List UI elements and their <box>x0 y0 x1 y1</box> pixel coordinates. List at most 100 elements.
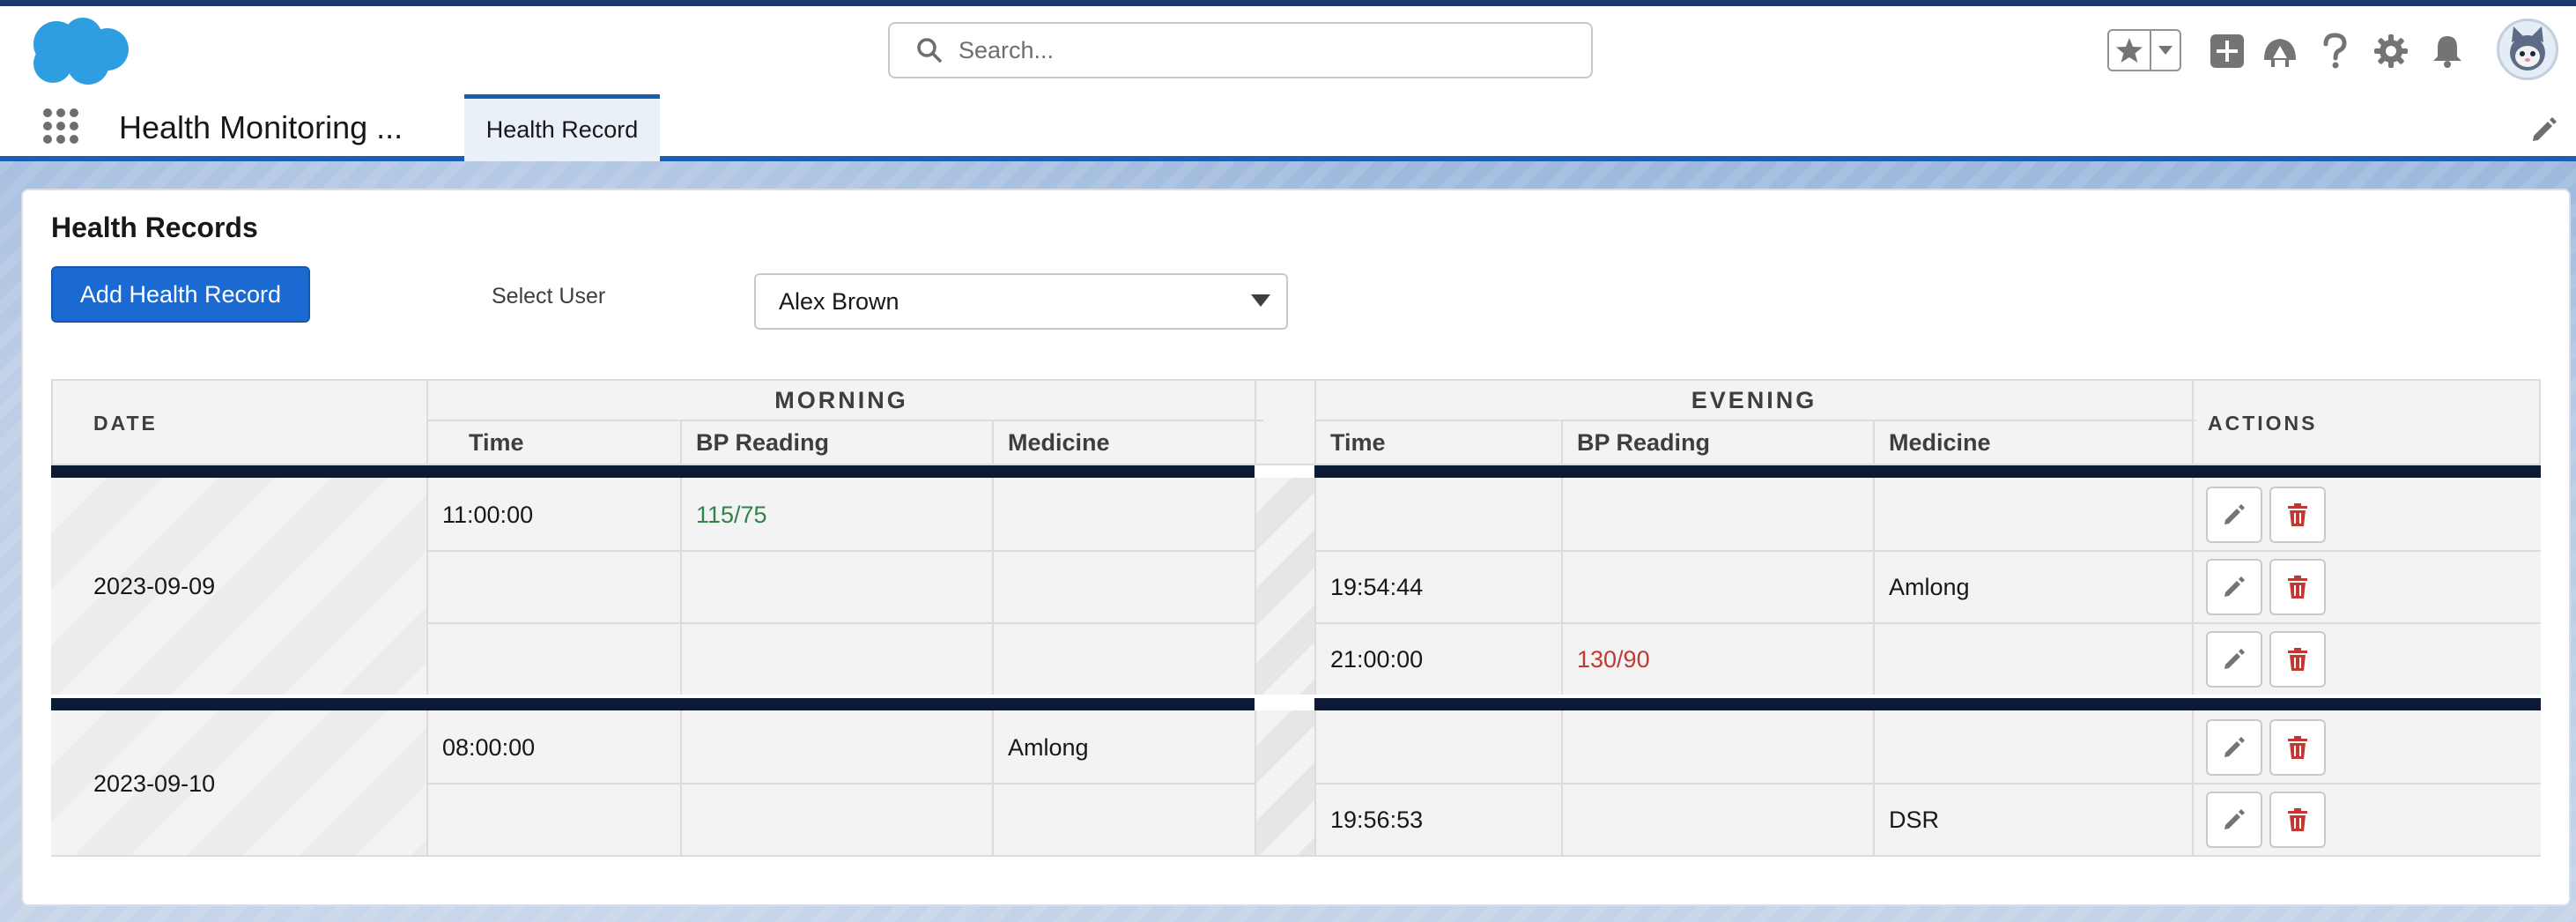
delete-button[interactable] <box>2269 792 2326 848</box>
tab-health-record[interactable]: Health Record <box>464 94 660 161</box>
col-divider <box>1314 710 1316 857</box>
evening-header: EVENING <box>1691 386 1817 413</box>
selected-user-value: Alex Brown <box>779 287 899 315</box>
evening-time: 21:00:00 <box>1330 645 1424 673</box>
morning-medicine: Amlong <box>1008 733 1089 761</box>
row-divider <box>426 550 1255 552</box>
edit-button[interactable] <box>2206 631 2262 688</box>
actions-header: ACTIONS <box>2208 411 2318 435</box>
col-divider <box>680 710 682 857</box>
row-divider <box>426 622 1255 624</box>
header-divider-evening <box>1314 420 2195 421</box>
trash-icon <box>2288 736 2307 759</box>
search-placeholder: Search... <box>959 36 1055 63</box>
row-divider <box>426 783 1255 784</box>
morning-body <box>426 478 1255 695</box>
col-divider <box>680 478 682 695</box>
top-accent-bar <box>0 0 2576 6</box>
delete-button[interactable] <box>2269 559 2326 615</box>
col-divider <box>1255 478 1256 695</box>
help-button[interactable] <box>2315 32 2354 71</box>
morning-header: MORNING <box>774 386 908 413</box>
app-name: Health Monitoring ... <box>119 109 403 145</box>
morning-bp-header: BP Reading <box>696 428 830 456</box>
favorites-button[interactable] <box>2109 31 2150 70</box>
group-separator <box>1314 465 2541 478</box>
header-col-divider <box>992 421 994 465</box>
evening-time-header: Time <box>1330 428 1386 456</box>
morning-medicine-header: Medicine <box>1008 428 1110 456</box>
col-divider <box>1255 710 1256 857</box>
salesforce-cloud-logo[interactable] <box>26 14 130 88</box>
edit-icon <box>2224 504 2245 524</box>
header-divider-morning <box>426 420 1263 421</box>
morning-time: 11:00:00 <box>442 501 534 528</box>
add-health-record-button[interactable]: Add Health Record <box>51 266 310 323</box>
header-col-divider <box>1561 421 1563 465</box>
header-col-divider <box>1873 421 1875 465</box>
gear-icon <box>2374 34 2408 68</box>
edit-button[interactable] <box>2206 487 2262 543</box>
edit-nav-icon[interactable] <box>2528 115 2558 145</box>
col-divider <box>2192 710 2194 857</box>
trash-icon <box>2288 648 2307 671</box>
select-user-label: Select User <box>492 284 606 309</box>
row-divider <box>1314 783 2541 784</box>
row-divider <box>1314 622 2541 624</box>
delete-button[interactable] <box>2269 719 2326 776</box>
health-records-table: DATE MORNING EVENING ACTIONS Time BP Rea… <box>51 379 2541 857</box>
header-col-divider <box>2192 379 2194 465</box>
evening-bp: 130/90 <box>1577 645 1650 673</box>
help-icon <box>2323 33 2347 69</box>
edit-button[interactable] <box>2206 719 2262 776</box>
edit-button[interactable] <box>2206 559 2262 615</box>
header-col-divider <box>1255 379 1256 465</box>
search-icon <box>917 38 942 63</box>
evening-time: 19:56:53 <box>1330 806 1424 833</box>
chevron-down-icon <box>1251 294 1270 307</box>
col-divider <box>2192 478 2194 695</box>
trailhead-icon <box>2264 39 2296 67</box>
trash-icon <box>2288 808 2307 831</box>
trash-icon <box>2288 576 2307 599</box>
col-divider <box>1314 478 1316 695</box>
card-title: Health Records <box>51 212 258 243</box>
evening-bp-header: BP Reading <box>1577 428 1711 456</box>
notifications-button[interactable] <box>2428 32 2467 71</box>
group-separator <box>51 465 1255 478</box>
edit-icon <box>2224 737 2245 757</box>
morning-time-header: Time <box>469 428 524 456</box>
user-select[interactable]: Alex Brown <box>754 273 1288 330</box>
bell-icon <box>2433 36 2461 68</box>
edit-button[interactable] <box>2206 792 2262 848</box>
col-divider <box>1561 710 1563 857</box>
setup-button[interactable] <box>2372 32 2410 71</box>
row-divider <box>1314 550 2541 552</box>
add-icon <box>2210 34 2244 68</box>
morning-time: 08:00:00 <box>442 733 536 761</box>
evening-medicine: Amlong <box>1889 573 1970 600</box>
trailhead-button[interactable] <box>2261 32 2299 71</box>
group-separator <box>1314 698 2541 710</box>
date-header: DATE <box>93 411 158 435</box>
user-avatar-icon <box>2510 26 2545 71</box>
delete-button[interactable] <box>2269 487 2326 543</box>
evening-medicine-header: Medicine <box>1889 428 1991 456</box>
delete-button[interactable] <box>2269 631 2326 688</box>
favorites-menu-button[interactable] <box>2150 31 2180 70</box>
morning-bp: 115/75 <box>696 501 767 528</box>
gap-column <box>1255 710 1314 857</box>
avatar[interactable] <box>2497 19 2558 80</box>
col-divider <box>1873 710 1875 857</box>
edit-icon <box>2224 809 2245 829</box>
table-bottom-border <box>51 855 2541 857</box>
global-search-input[interactable]: Search... <box>888 22 1593 78</box>
global-actions-button[interactable] <box>2208 32 2247 71</box>
col-divider <box>992 478 994 695</box>
col-divider <box>1561 478 1563 695</box>
gap-column <box>1255 478 1314 695</box>
header-col-divider <box>680 421 682 465</box>
group-separator <box>51 698 1255 710</box>
edit-icon <box>2224 576 2245 597</box>
app-launcher-icon[interactable] <box>42 108 79 145</box>
